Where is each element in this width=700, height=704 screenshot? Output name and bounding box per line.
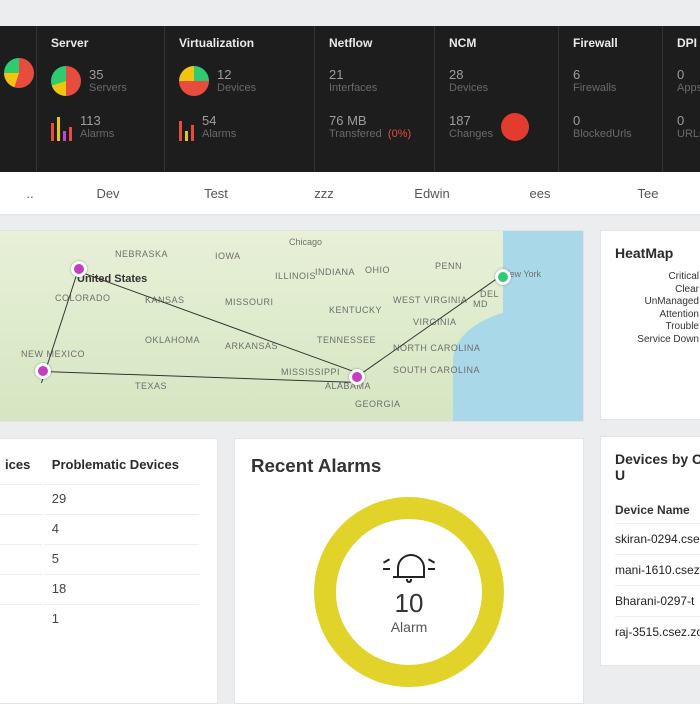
filter-tab[interactable]: ees [486, 186, 594, 201]
pct-zero: (0%) [388, 128, 411, 140]
panel-title: Recent Alarms [251, 455, 567, 477]
status-dot-critical-icon [501, 113, 529, 141]
list-item[interactable]: mani-1610.csez.zoh [615, 554, 700, 585]
heatmap-panel: HeatMap CriticalClearUnManagedAttentionT… [600, 230, 700, 420]
filter-tab[interactable]: Tee [594, 186, 700, 201]
edge [79, 271, 361, 375]
city-label: Chicago [289, 237, 322, 247]
panel-title: HeatMap [615, 245, 700, 261]
map-node-icon[interactable] [35, 363, 51, 379]
stat-title: Server [51, 36, 150, 50]
table-row[interactable]: 1 [0, 604, 199, 632]
stat-col-server[interactable]: Server 35Servers 113Alarms [36, 26, 164, 172]
pie-icon [51, 66, 81, 96]
summary-stat-bar: Server 35Servers 113Alarms Virtualizatio… [0, 26, 700, 172]
stat-col-dpi[interactable]: DPI 0Apps 0URLs [662, 26, 700, 172]
stat-col-firewall[interactable]: Firewall 6Firewalls 0BlockedUrls [558, 26, 662, 172]
legend-item: Service Down [615, 334, 700, 347]
map-node-icon[interactable] [349, 369, 365, 385]
filter-tab[interactable]: .. [6, 186, 54, 201]
stat-title: DPI [677, 36, 700, 50]
bars-icon [179, 113, 194, 141]
stat-title: Netflow [329, 36, 420, 50]
filter-tabs: .. Dev Test zzz Edwin ees Tee [0, 172, 700, 214]
stat-title: Virtualization [179, 36, 300, 50]
map-canvas[interactable]: United States Chicago New York NEBRASKA … [0, 231, 583, 421]
table-row[interactable]: 4 [0, 514, 199, 542]
problematic-devices-panel: icesProblematic Devices 29 4 5 18 1 [0, 438, 218, 704]
heatmap-legend: CriticalClearUnManagedAttentionTroubleSe… [615, 271, 700, 346]
list-item[interactable]: Bharani-0297-t [615, 585, 700, 616]
devices-by-cpu-panel: Devices by CPU U Device Name skiran-0294… [600, 436, 700, 666]
pie-icon [4, 58, 34, 88]
table-row[interactable]: 18 [0, 574, 199, 602]
stat-col-ncm[interactable]: NCM 28Devices 187Changes [434, 26, 558, 172]
stat-title: Firewall [573, 36, 648, 50]
recent-alarms-panel: Recent Alarms 10 Alarm [234, 438, 584, 704]
map-node-icon[interactable] [495, 269, 511, 285]
list-item[interactable]: skiran-0294.csez.zo [615, 523, 700, 554]
legend-item: Attention [615, 309, 700, 322]
filter-tab[interactable]: Test [162, 186, 270, 201]
bars-icon [51, 113, 72, 141]
alarm-count: 10 [395, 588, 424, 619]
filter-tab[interactable]: zzz [270, 186, 378, 201]
list-item[interactable]: raj-3515.csez.zoho [615, 616, 700, 647]
col-header: Device Name [615, 493, 700, 523]
stat-col-virtualization[interactable]: Virtualization 12Devices 54Alarms [164, 26, 314, 172]
filter-tab[interactable]: Edwin [378, 186, 486, 201]
stat-title: NCM [449, 36, 544, 50]
legend-item: Clear [615, 284, 700, 297]
table-row[interactable]: 29 [0, 484, 199, 512]
pie-icon [179, 66, 209, 96]
legend-item: Trouble [615, 321, 700, 334]
bell-icon [387, 550, 431, 584]
table-row[interactable]: 5 [0, 544, 199, 572]
window-top-strip [0, 0, 700, 26]
panel-title: Devices by CPU U [615, 451, 700, 483]
col-header: Problematic Devices [44, 451, 199, 482]
stat-col-netflow[interactable]: Netflow 21Interfaces 76 MBTransfered (0%… [314, 26, 434, 172]
network-map-panel[interactable]: United States Chicago New York NEBRASKA … [0, 230, 584, 422]
alarm-label: Alarm [391, 619, 428, 635]
legend-item: UnManaged [615, 296, 700, 309]
legend-item: Critical [615, 271, 700, 284]
filter-tab[interactable]: Dev [54, 186, 162, 201]
map-node-icon[interactable] [71, 261, 87, 277]
gauge-icon: 94 [615, 352, 700, 420]
alarm-ring-icon[interactable]: 10 Alarm [314, 497, 504, 687]
stat-col-edge [0, 26, 36, 172]
col-header: ices [0, 451, 42, 482]
